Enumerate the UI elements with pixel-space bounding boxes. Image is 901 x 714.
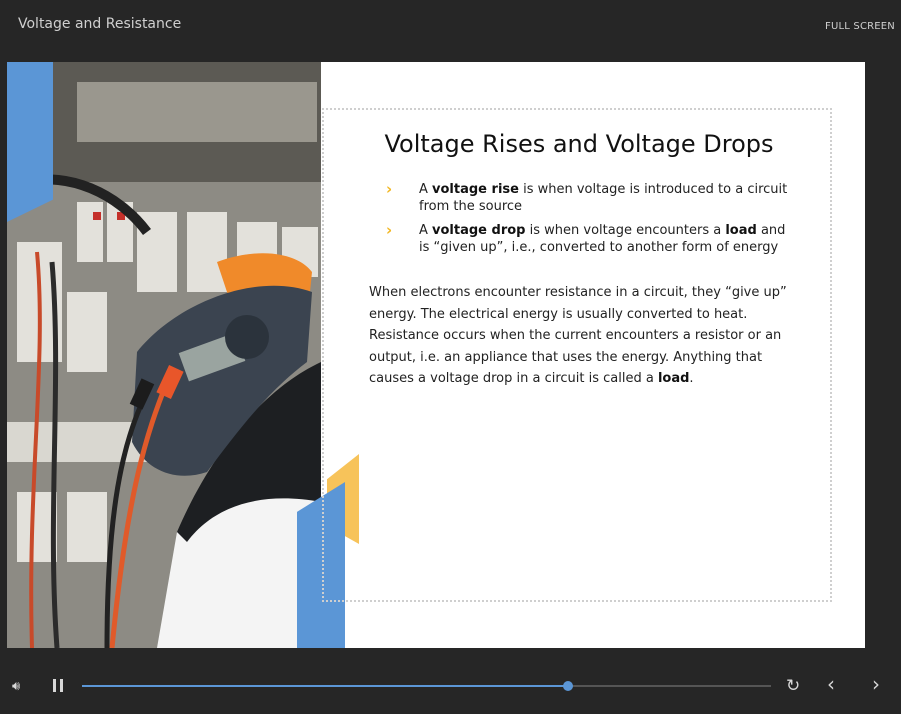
volume-icon[interactable]: 🔊︎ [12, 679, 20, 695]
bullet-item: › A voltage drop is when voltage encount… [374, 222, 794, 256]
bullet-text: A voltage rise is when voltage is introd… [419, 182, 788, 214]
fullscreen-button[interactable]: FULL SCREEN [825, 21, 895, 32]
top-bar: Voltage and Resistance FULL SCREEN [0, 0, 901, 62]
bullet-list: › A voltage rise is when voltage is intr… [374, 181, 794, 263]
slide: Voltage Rises and Voltage Drops › A volt… [7, 62, 865, 648]
chevron-right-icon: › [386, 180, 393, 198]
body-paragraph: When electrons encounter resistance in a… [369, 285, 787, 386]
progress-bar[interactable] [82, 681, 771, 691]
player-controls: 🔊︎ ↻ ‹ › [0, 648, 901, 714]
course-title: Voltage and Resistance [18, 16, 182, 32]
decor-blue-top-left [7, 62, 53, 222]
pause-icon[interactable] [53, 679, 63, 692]
slide-title: Voltage Rises and Voltage Drops [384, 130, 774, 158]
content-box: Voltage Rises and Voltage Drops › A volt… [322, 108, 832, 602]
bullet-item: › A voltage rise is when voltage is intr… [374, 181, 794, 215]
chevron-right-icon: › [386, 221, 393, 239]
prev-icon[interactable]: ‹ [827, 674, 835, 694]
progress-handle[interactable] [562, 681, 573, 691]
progress-fill [82, 685, 568, 687]
photo-illustration [7, 62, 321, 648]
electrician-multimeter-photo [7, 62, 321, 648]
replay-icon[interactable]: ↻ [786, 678, 800, 695]
bullet-text: A voltage drop is when voltage encounter… [419, 223, 786, 255]
next-icon[interactable]: › [872, 674, 880, 694]
